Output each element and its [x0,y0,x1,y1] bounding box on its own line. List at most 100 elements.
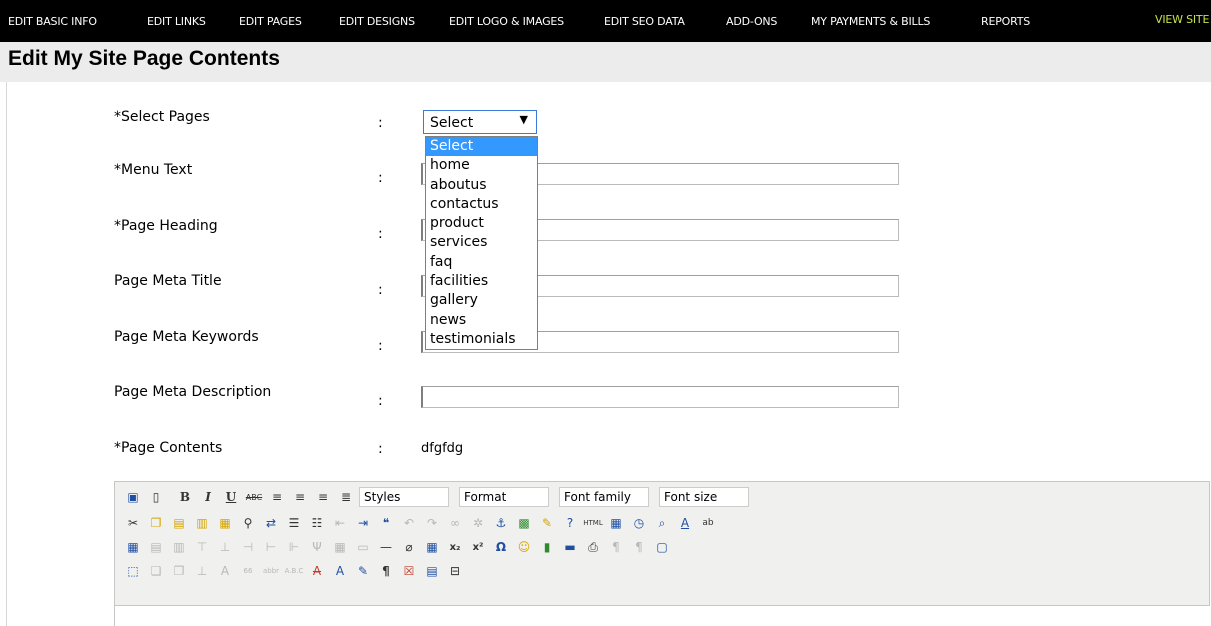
nav-edit-designs[interactable]: EDIT DESIGNS [339,15,415,28]
new-document-icon[interactable]: ▯ [146,487,166,507]
text-color-icon[interactable]: A [675,513,695,533]
outdent-icon[interactable]: ⇤ [330,513,350,533]
attributes-icon[interactable]: ✎ [353,561,373,581]
nav-add-ons[interactable]: ADD-ONS [726,15,777,28]
html-icon[interactable]: HTML [583,513,603,533]
option-home[interactable]: home [426,156,537,175]
anchor-icon[interactable]: ⚓ [491,513,511,533]
row-before-icon[interactable]: ⊤ [192,537,212,557]
remove-format-icon[interactable]: ⌀ [399,537,419,557]
font-family-select[interactable]: Font family [559,487,649,507]
option-faq[interactable]: faq [426,253,537,272]
advanced-hr-icon[interactable]: ▬ [560,537,580,557]
nav-edit-links[interactable]: EDIT LINKS [147,15,206,28]
strikethrough-icon[interactable]: ABC [244,487,264,507]
ltr-icon[interactable]: ¶ [606,537,626,557]
nav-edit-pages[interactable]: EDIT PAGES [239,15,302,28]
cleanup-icon[interactable]: ✎ [537,513,557,533]
delete-row-icon[interactable]: ⊣ [238,537,258,557]
editor-content-area[interactable] [114,605,1210,626]
merge-cells-icon[interactable]: ▭ [353,537,373,557]
option-contactus[interactable]: contactus [426,195,537,214]
font-size-select[interactable]: Font size [659,487,749,507]
save-icon[interactable]: ▣ [123,487,143,507]
option-services[interactable]: services [426,233,537,252]
styleprops-icon[interactable]: A [215,561,235,581]
visual-aid-icon[interactable]: ▦ [422,537,442,557]
option-facilities[interactable]: facilities [426,272,537,291]
paste-text-icon[interactable]: ▥ [192,513,212,533]
fullscreen-icon[interactable]: ▢ [652,537,672,557]
background-color-icon[interactable]: ab [698,513,718,533]
image-icon[interactable]: ▩ [514,513,534,533]
undo-icon[interactable]: ↶ [399,513,419,533]
non-breaking-icon[interactable]: ☒ [399,561,419,581]
print-icon[interactable]: ⎙ [583,537,603,557]
align-justify-icon[interactable]: ≣ [336,487,356,507]
option-product[interactable]: product [426,214,537,233]
align-left-icon[interactable]: ≡ [267,487,287,507]
subscript-icon[interactable]: x₂ [445,537,465,557]
insert-date-icon[interactable]: ▦ [606,513,626,533]
numbered-list-icon[interactable]: ☷ [307,513,327,533]
acronym-icon[interactable]: A.B.C [284,561,304,581]
styles-select[interactable]: Styles [359,487,449,507]
bold-icon[interactable]: B [175,487,195,507]
absolute-icon[interactable]: ⊥ [192,561,212,581]
unlink-icon[interactable]: ✲ [468,513,488,533]
insert-time-icon[interactable]: ◷ [629,513,649,533]
row-after-icon[interactable]: ⊥ [215,537,235,557]
media-icon[interactable]: ▮ [537,537,557,557]
superscript-icon[interactable]: x² [468,537,488,557]
table-props-icon[interactable]: ▦ [123,537,143,557]
paste-word-icon[interactable]: ▦ [215,513,235,533]
nav-edit-logo-images[interactable]: EDIT LOGO & IMAGES [449,15,564,28]
rtl-icon[interactable]: ¶ [629,537,649,557]
visual-chars-icon[interactable]: ¶ [376,561,396,581]
nav-edit-basic-info[interactable]: EDIT BASIC INFO [8,15,97,28]
page-break-icon[interactable]: ⊟ [445,561,465,581]
emoticon-icon[interactable]: ☺ [514,537,534,557]
option-aboutus[interactable]: aboutus [426,176,537,195]
indent-icon[interactable]: ⇥ [353,513,373,533]
italic-icon[interactable]: I [198,487,218,507]
link-icon[interactable]: ∞ [445,513,465,533]
bullet-list-icon[interactable]: ☰ [284,513,304,533]
cut-icon[interactable]: ✂ [123,513,143,533]
move-forward-icon[interactable]: ❏ [146,561,166,581]
preview-icon[interactable]: ⌕ [652,513,672,533]
find-icon[interactable]: ⚲ [238,513,258,533]
move-backward-icon[interactable]: ❐ [169,561,189,581]
redo-icon[interactable]: ↷ [422,513,442,533]
col-after-icon[interactable]: ⊩ [284,537,304,557]
help-icon[interactable]: ? [560,513,580,533]
align-center-icon[interactable]: ≡ [290,487,310,507]
col-before-icon[interactable]: ⊢ [261,537,281,557]
format-select[interactable]: Format [459,487,549,507]
align-right-icon[interactable]: ≡ [313,487,333,507]
cell-props-icon[interactable]: ▥ [169,537,189,557]
underline-icon[interactable]: U [221,487,241,507]
insert-layer-icon[interactable]: ⬚ [123,561,143,581]
delete-text-icon[interactable]: A [307,561,327,581]
option-gallery[interactable]: gallery [426,291,537,310]
nav-reports[interactable]: REPORTS [981,15,1030,28]
template-icon[interactable]: ▤ [422,561,442,581]
option-select[interactable]: Select [426,137,537,157]
nav-view-site[interactable]: VIEW SITE [1155,13,1209,26]
abbr-icon[interactable]: abbr [261,561,281,581]
nav-edit-seo-data[interactable]: EDIT SEO DATA [604,15,685,28]
copy-icon[interactable]: ❐ [146,513,166,533]
special-char-icon[interactable]: Ω [491,537,511,557]
split-cells-icon[interactable]: ▦ [330,537,350,557]
cite-icon[interactable]: 66 [238,561,258,581]
replace-icon[interactable]: ⇄ [261,513,281,533]
option-news[interactable]: news [426,311,537,330]
row-props-icon[interactable]: ▤ [146,537,166,557]
delete-col-icon[interactable]: Ψ [307,537,327,557]
horizontal-rule-icon[interactable]: — [376,537,396,557]
meta-description-input[interactable] [421,386,899,408]
insert-text-icon[interactable]: A [330,561,350,581]
paste-icon[interactable]: ▤ [169,513,189,533]
blockquote-icon[interactable]: ❝ [376,513,396,533]
